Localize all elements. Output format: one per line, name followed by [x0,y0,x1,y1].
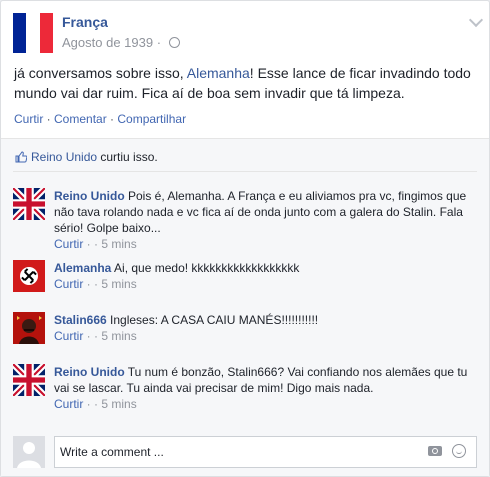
uk-flag-avatar[interactable] [13,188,45,220]
comment-author[interactable]: Stalin666 [54,313,107,327]
comment-text: Ai, que medo! kkkkkkkkkkkkkkkkkk [111,261,300,275]
comment-text: Ingleses: A CASA CAIU MANÉS!!!!!!!!!!! [106,313,319,327]
comment-input[interactable] [60,443,400,460]
flag-stripe-red [39,13,53,53]
globe-icon[interactable] [168,37,180,48]
comment-body: Reino Unido Pois é, Alemanha. A França e… [54,188,476,252]
comment-like-link[interactable]: Curtir [54,397,83,411]
uk-flag-icon [13,364,45,396]
meta-separator: · · [83,237,102,251]
chevron-down-icon[interactable] [468,12,484,28]
share-link[interactable]: Compartilhar [117,112,186,126]
post-card: França Agosto de 1939 · já conversamos s… [0,0,490,477]
action-sep: · [43,112,55,126]
post-date[interactable]: Agosto de 1939 [62,35,153,50]
comment-author[interactable]: Reino Unido [54,189,125,203]
comment-body: Stalin666 Ingleses: A CASA CAIU MANÉS!!!… [54,312,476,344]
post-author[interactable]: França [62,14,108,30]
uk-flag-icon [13,188,45,220]
emoji-icon[interactable] [452,444,466,458]
mention-link[interactable]: Alemanha [187,65,250,81]
swastika-flag-icon [13,260,45,292]
post-text: já conversamos sobre isso, Alemanha! Ess… [14,63,479,103]
comment-meta: Curtir · · 5 mins [54,276,476,292]
thumbs-up-icon [15,151,27,163]
post-text-start: já conversamos sobre isso, [14,65,187,81]
post-header: França Agosto de 1939 · [13,12,484,57]
divider [13,171,477,172]
comment-like-link[interactable]: Curtir [54,329,83,343]
comment-like-link[interactable]: Curtir [54,237,83,251]
meta-separator: · · [83,329,102,343]
comment-author[interactable]: Reino Unido [54,365,125,379]
liker-link[interactable]: Reino Unido [31,150,97,164]
meta-separator: · · [83,277,102,291]
comment-body: Reino Unido Tu num é bonzão, Stalin666? … [54,364,476,412]
uk-flag-avatar[interactable] [13,364,45,396]
comment-link[interactable]: Comentar [54,112,107,126]
meta-separator: · · [83,397,102,411]
comment-time[interactable]: 5 mins [101,397,136,411]
like-link[interactable]: Curtir [14,112,43,126]
stalin-portrait-icon [13,312,45,344]
comment-time[interactable]: 5 mins [101,277,136,291]
meta-separator: · [153,35,165,50]
comment-body: Alemanha Ai, que medo! kkkkkkkkkkkkkkkkk… [54,260,476,292]
comment-meta: Curtir · · 5 mins [54,328,476,344]
comment-time[interactable]: 5 mins [101,329,136,343]
comment-meta: Curtir · · 5 mins [54,236,476,252]
post-actions: Curtir · Comentar · Compartilhar [14,112,186,126]
swastika-flag-avatar[interactable] [13,260,45,292]
comment-like-link[interactable]: Curtir [54,277,83,291]
comment-input-box[interactable] [54,436,477,468]
comment-composer [13,436,477,470]
camera-icon[interactable] [428,446,442,456]
stalin-avatar[interactable] [13,312,45,344]
action-sep: · [106,112,118,126]
post-meta: Agosto de 1939 · [62,35,180,50]
flag-stripe-white [26,13,40,53]
likes-suffix: curtiu isso. [97,150,158,164]
feedback-section: Reino Unido curtiu isso. Reino Unido Poi… [1,139,489,476]
flag-stripe-blue [13,13,27,53]
comment-author[interactable]: Alemanha [54,261,111,275]
default-avatar-icon [13,436,45,468]
likes-summary: Reino Unido curtiu isso. [15,150,158,164]
user-avatar[interactable] [13,436,45,468]
france-flag-avatar[interactable] [13,13,53,53]
comment-meta: Curtir · · 5 mins [54,396,476,412]
comment-time[interactable]: 5 mins [101,237,136,251]
